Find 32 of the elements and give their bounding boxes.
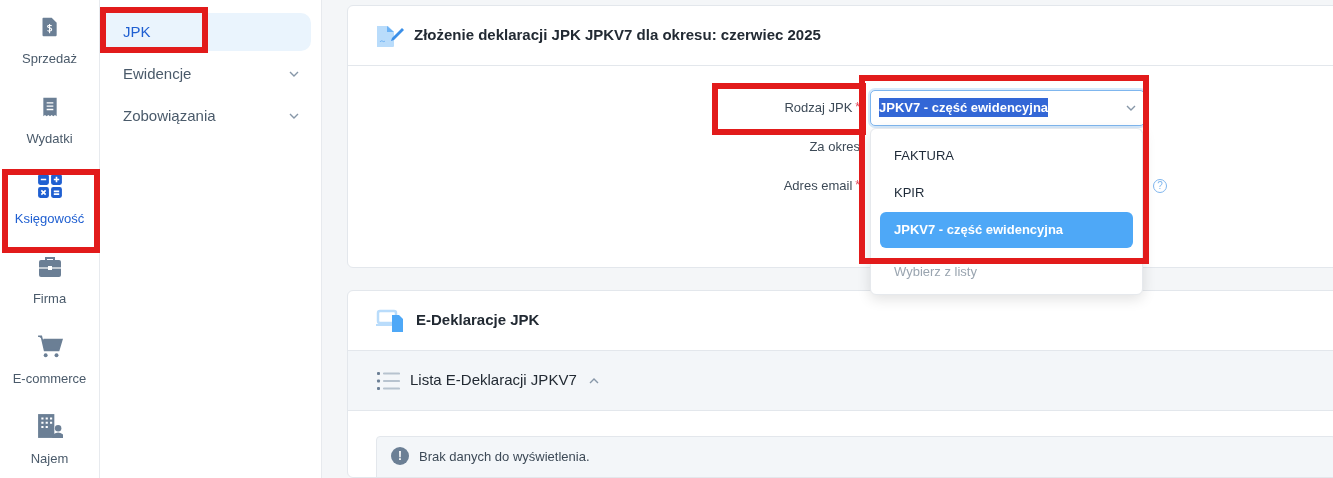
calculator-icon	[36, 173, 63, 199]
required-asterisk: *	[855, 176, 860, 194]
select-field[interactable]: JPKV7 - część ewidencyjna	[870, 89, 1145, 126]
list-icon	[376, 370, 400, 391]
list-header[interactable]: Lista E-Deklaracji JPKV7	[348, 351, 1333, 412]
field-label: Rodzaj JPK	[784, 98, 853, 117]
nav-item[interactable]: Firma	[0, 253, 99, 333]
card-title: Złożenie deklaracji JPK JPKV7 dla okresu: czerwiec 2025	[414, 25, 821, 46]
building-person-icon	[36, 413, 63, 439]
dropdown-option[interactable]: KPIR	[880, 174, 1133, 211]
info-icon: !	[391, 447, 409, 466]
submenu-item[interactable]: Ewidencje	[100, 55, 311, 93]
empty-message: Brak danych do wyświetlenia.	[419, 448, 590, 467]
chevron-down-icon	[1126, 104, 1136, 111]
chevron-up-icon	[588, 377, 599, 384]
briefcase-icon	[36, 255, 63, 279]
chevron-down-icon	[289, 71, 299, 77]
laptop-document-icon	[376, 308, 406, 333]
nav-item[interactable]: Wydatki	[0, 93, 99, 173]
required-asterisk: *	[855, 98, 860, 116]
nav-item[interactable]: E-commerce	[0, 333, 99, 413]
nav-item[interactable]: Najem	[0, 413, 99, 478]
list-title: Lista E-Deklaracji JPKV7	[410, 370, 577, 391]
field-label: Za okres	[809, 137, 860, 156]
document-pen-icon	[376, 23, 404, 48]
dropdown-option[interactable]: FAKTURA	[880, 137, 1133, 174]
card-title: E-Deklaracje JPK	[416, 310, 540, 331]
cart-icon	[36, 333, 63, 359]
submenu-item[interactable]: Zobowiązania	[100, 97, 311, 135]
chevron-down-icon	[289, 113, 299, 119]
field-label: Adres email	[783, 176, 853, 195]
nav-item[interactable]: Sprzedaż	[0, 13, 99, 93]
